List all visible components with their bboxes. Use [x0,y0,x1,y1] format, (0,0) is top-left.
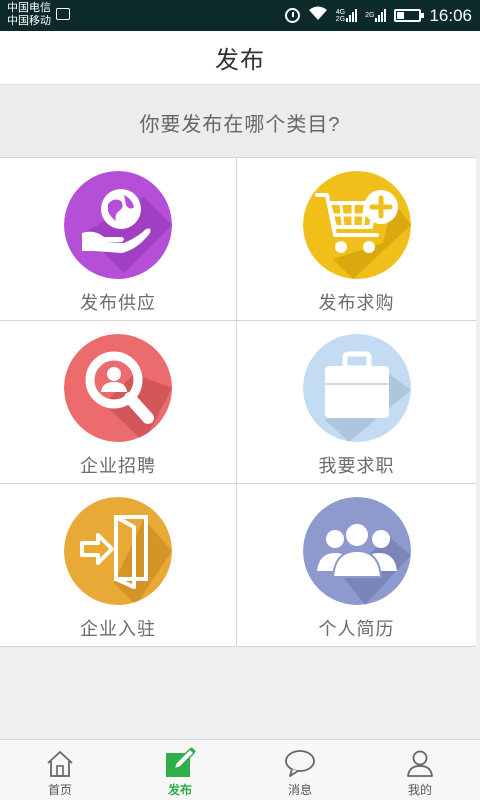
nav-publish[interactable]: 发布 [120,740,240,800]
category-supply[interactable]: 发布供应 [0,158,237,321]
edit-icon [163,746,197,780]
category-grid: 发布供应 发布求购 企业招聘 我要求职 企业入驻 个人简历 [0,157,476,647]
category-label: 我要求职 [318,456,395,476]
bottom-nav: 首页 发布 消息 我的 [0,739,480,800]
category-label: 发布供应 [80,293,156,313]
carrier-names: 中国电信 中国移动 [7,2,51,28]
category-job-seeking[interactable]: 我要求职 [237,321,476,484]
category-label: 企业入驻 [80,619,156,639]
status-icons: 4G 2G 2G 16:06 [284,0,472,31]
title-bar: 发布 [0,31,480,85]
category-label: 企业招聘 [80,456,156,476]
home-icon [43,746,77,780]
image-notification-icon [56,8,70,20]
nav-label-publish: 发布 [167,783,192,797]
shopping-cart-add-icon [302,171,411,279]
nav-label-home: 首页 [47,783,72,797]
magnifier-person-icon [64,334,172,442]
network-type-2: 2G [335,15,346,23]
nav-messages[interactable]: 消息 [240,740,360,800]
network-type-3: 2G [365,12,375,19]
signal-2-icon: 2G [365,9,387,22]
alarm-icon [284,8,300,23]
page-title: 发布 [215,47,265,74]
carrier-2: 中国移动 [7,15,51,27]
signal-1-icon: 4G 2G [335,8,358,23]
people-group-icon [302,497,411,605]
chat-bubble-icon [283,746,317,780]
globe-in-hand-icon [64,171,172,279]
nav-profile[interactable]: 我的 [360,740,480,800]
category-resume[interactable]: 个人简历 [237,484,476,646]
nav-label-messages: 消息 [287,783,312,797]
network-type-1: 4G [335,8,346,16]
briefcase-icon [302,334,411,442]
category-label: 个人简历 [318,619,395,639]
prompt-text: 你要发布在哪个类目? [139,113,341,136]
status-time: 16:06 [429,5,472,25]
battery-icon [394,9,425,22]
carrier-1: 中国电信 [7,2,51,14]
door-enter-icon [64,497,172,605]
user-icon [403,746,437,780]
status-bar: 中国电信 中国移动 4G 2G 2G 16:06 [0,0,480,31]
nav-label-profile: 我的 [407,783,432,797]
category-prompt: 你要发布在哪个类目? [0,86,480,158]
nav-home[interactable]: 首页 [0,740,120,800]
category-enterprise-join[interactable]: 企业入驻 [0,484,237,646]
category-label: 发布求购 [318,293,395,313]
wifi-icon [308,6,328,26]
category-purchase[interactable]: 发布求购 [237,158,476,321]
category-recruit[interactable]: 企业招聘 [0,321,237,484]
